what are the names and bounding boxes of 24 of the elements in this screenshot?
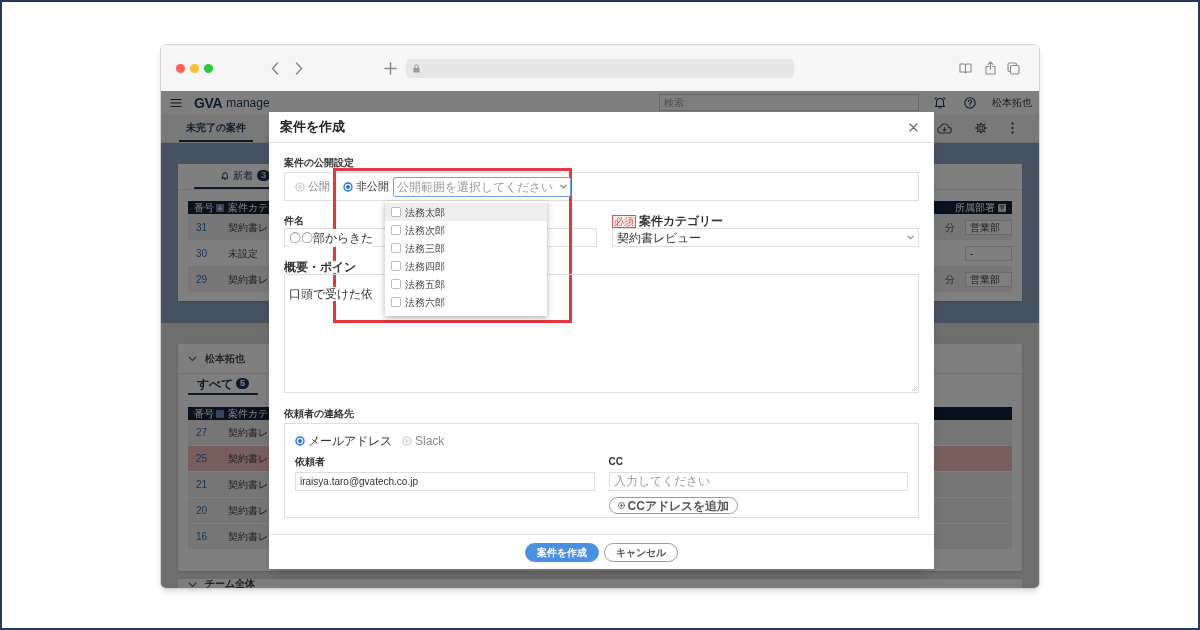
table-cell-text: 契約書レ bbox=[228, 478, 268, 492]
logo-text: manage bbox=[226, 96, 270, 109]
table-cell-text: 契約書レ bbox=[228, 530, 268, 544]
table-cell-text: 分 bbox=[945, 272, 955, 287]
table-cell-text: 契約書レ bbox=[228, 272, 268, 287]
field-label: 概要・ポイン bbox=[284, 261, 356, 273]
logo-mark: GVA bbox=[194, 95, 223, 110]
table-cell-text: 分 bbox=[945, 220, 955, 235]
table-cell-text: 契約書レ bbox=[228, 426, 268, 440]
table-cell-text: 契約書レ bbox=[228, 452, 268, 466]
count-badge: 5 bbox=[236, 378, 249, 389]
modal-title: 案件を作成 bbox=[280, 118, 345, 137]
panel-title: チーム全体 bbox=[205, 579, 255, 588]
field-label: 件名 bbox=[284, 215, 305, 227]
field-label: 案件カテゴリー bbox=[639, 213, 723, 230]
table-cell-text: 未設定 bbox=[228, 246, 258, 261]
field-label: 依頼者 bbox=[295, 456, 326, 468]
textarea-text: 口頭で受けた依 bbox=[289, 287, 373, 301]
field-label: CC bbox=[608, 456, 624, 468]
panel-title: 松本拓也 bbox=[205, 352, 245, 366]
table-cell-text: 契約書レ bbox=[228, 504, 268, 518]
required-badge: 必須 bbox=[612, 214, 636, 228]
field-label: 依頼者の連絡先 bbox=[284, 408, 355, 420]
table-cell-text: 契約書レ bbox=[228, 220, 268, 235]
